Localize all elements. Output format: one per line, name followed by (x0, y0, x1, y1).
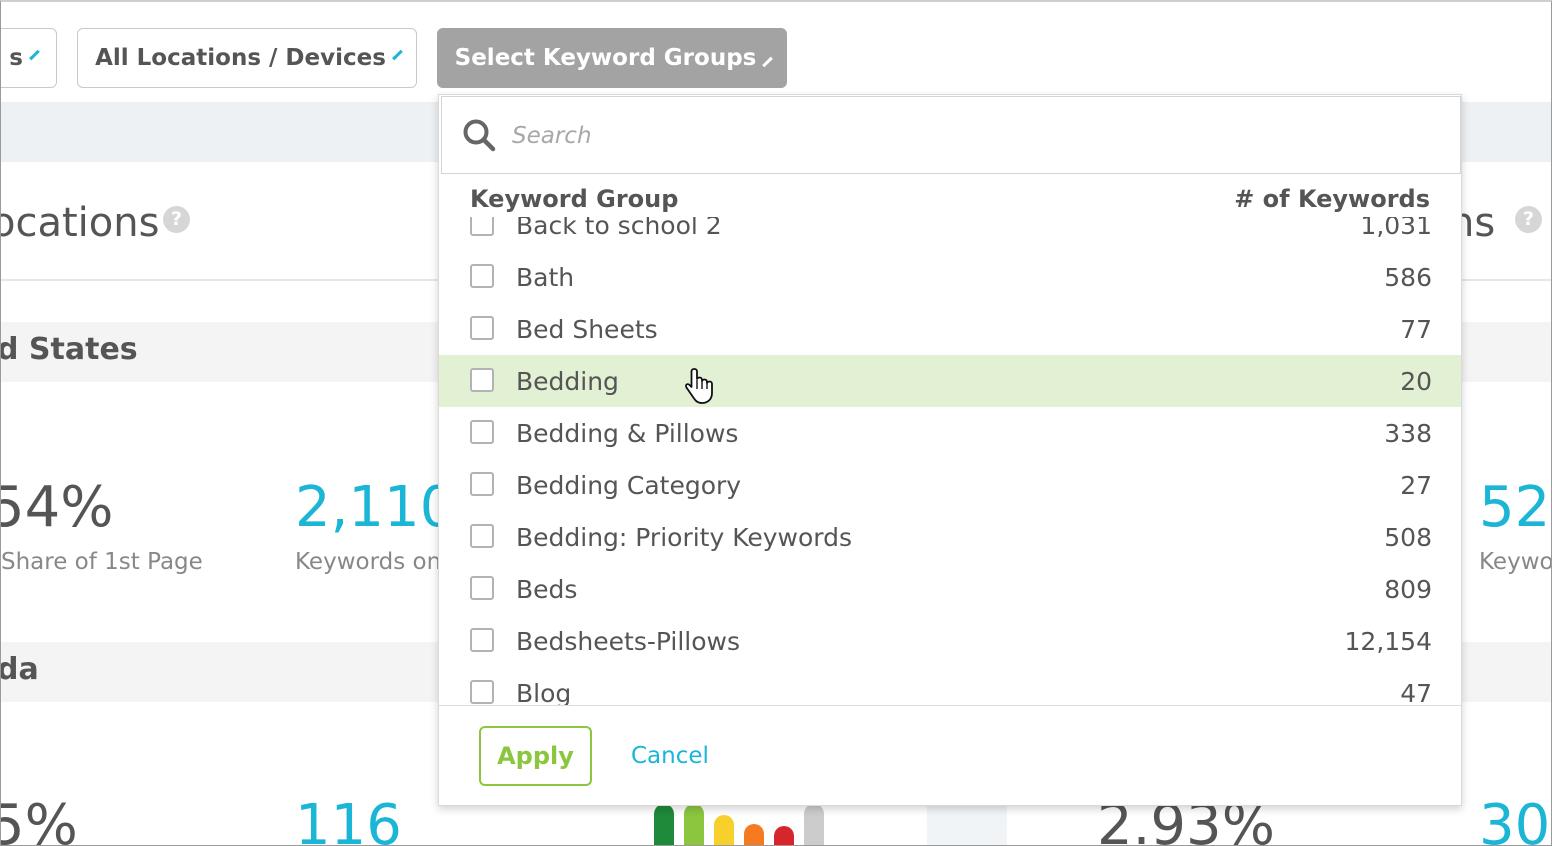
keyword-group-count: 338 (1384, 418, 1432, 448)
rank-bar (804, 804, 824, 845)
chevron-up-icon (762, 56, 774, 68)
keyword-group-list-content: Back to school 2 1,031 Bath 586 Bed Sheets 77… (439, 217, 1461, 706)
cancel-link[interactable]: Cancel (631, 743, 709, 769)
share-first-page-caption: Share of 1st Page (1, 549, 203, 575)
locations-devices-dropdown[interactable]: All Locations / Devices (77, 28, 417, 88)
keyword-group-checkbox[interactable] (470, 680, 494, 704)
keyword-group-row[interactable]: Bedding: Priority Keywords 508 (439, 511, 1461, 563)
keyword-group-row[interactable]: Beds 809 (439, 563, 1461, 615)
keyword-group-checkbox[interactable] (470, 264, 494, 288)
filter-button-partial[interactable]: s (1, 28, 57, 88)
right-stat-caption: Keywo (1479, 549, 1552, 575)
keyword-group-checkbox[interactable] (470, 217, 494, 236)
right-stat-value[interactable]: 30 (1479, 798, 1550, 846)
left-section-title: ocations (0, 200, 160, 246)
keyword-group-checkbox[interactable] (470, 368, 494, 392)
share-first-page-value: 54% (0, 475, 114, 540)
filter-button-partial-label: s (9, 45, 23, 71)
dropdown-footer: Apply Cancel (439, 705, 1461, 805)
keyword-group-list[interactable]: Back to school 2 1,031 Bath 586 Bed Sheets 77… (439, 217, 1461, 706)
keyword-group-count: 27 (1400, 470, 1432, 500)
keyword-group-row[interactable]: Back to school 2 1,031 (439, 217, 1461, 251)
keyword-group-count: 20 (1400, 366, 1432, 396)
keywords-count-value[interactable]: 116 (295, 798, 402, 846)
keyword-group-checkbox[interactable] (470, 576, 494, 600)
keyword-group-name: Bedding & Pillows (516, 418, 739, 448)
keyword-group-name: Bedding: Priority Keywords (516, 522, 853, 552)
chevron-down-icon (392, 49, 403, 60)
keyword-group-count: 508 (1384, 522, 1432, 552)
search-input[interactable] (512, 113, 1412, 159)
keyword-group-checkbox[interactable] (470, 472, 494, 496)
keyword-group-row[interactable]: Bedsheets-Pillows 12,154 (439, 615, 1461, 667)
keyword-group-count: 47 (1400, 678, 1432, 706)
rank-bar (744, 824, 764, 845)
background-cell (927, 804, 1007, 845)
rank-bar (714, 815, 734, 845)
keyword-group-row[interactable]: Bath 586 (439, 251, 1461, 303)
keyword-group-count: 809 (1384, 574, 1432, 604)
keyword-groups-dropdown[interactable]: Select Keyword Groups (437, 28, 787, 88)
keyword-group-count: 12,154 (1344, 626, 1432, 656)
column-header-keyword-count: # of Keywords (1234, 185, 1430, 213)
keyword-group-row[interactable]: Blog 47 (439, 667, 1461, 706)
keyword-group-name: Bedsheets-Pillows (516, 626, 741, 656)
keyword-group-name: Beds (516, 574, 578, 604)
search-icon (463, 119, 496, 152)
keyword-group-count: 1,031 (1360, 217, 1432, 240)
row-label: d States (0, 332, 138, 367)
keyword-group-count: 586 (1384, 262, 1432, 292)
keyword-group-checkbox[interactable] (470, 420, 494, 444)
keyword-group-checkbox[interactable] (470, 316, 494, 340)
help-icon[interactable]: ? (163, 206, 190, 233)
locations-devices-label: All Locations / Devices (95, 45, 386, 71)
keyword-group-row[interactable]: Bedding 20 (439, 355, 1461, 407)
keyword-group-count: 77 (1400, 314, 1432, 344)
row-label: da (0, 652, 39, 687)
keyword-group-checkbox[interactable] (470, 524, 494, 548)
rank-bar (654, 804, 674, 845)
keyword-group-name: Bath (516, 262, 575, 292)
keyword-group-name: Back to school 2 (516, 217, 722, 240)
keyword-group-row[interactable]: Bedding & Pillows 338 (439, 407, 1461, 459)
rank-bar (774, 826, 794, 845)
keyword-group-row[interactable]: Bedding Category 27 (439, 459, 1461, 511)
column-header-keyword-group: Keyword Group (470, 185, 679, 213)
keyword-group-name: Bedding Category (516, 470, 742, 500)
rank-bar (684, 804, 704, 845)
keywords-count-value[interactable]: 2,110 (295, 480, 455, 536)
keyword-groups-label: Select Keyword Groups (454, 45, 757, 71)
right-stat-value[interactable]: 527 (1479, 480, 1551, 536)
app-window: s All Locations / Devices Select Keyword… (0, 0, 1552, 846)
keyword-group-row[interactable]: Bed Sheets 77 (439, 303, 1461, 355)
apply-button[interactable]: Apply (479, 726, 592, 786)
keyword-groups-panel: Keyword Group # of Keywords Back to scho… (438, 94, 1462, 806)
search-box (441, 96, 1461, 174)
share-value: 5% (1, 793, 78, 846)
help-icon[interactable]: ? (1515, 206, 1542, 233)
keyword-group-name: Blog (516, 678, 572, 706)
chevron-down-icon (29, 49, 40, 60)
keyword-group-checkbox[interactable] (470, 628, 494, 652)
keyword-group-name: Bedding (516, 366, 619, 396)
keyword-group-name: Bed Sheets (516, 314, 658, 344)
hand-cursor-icon (685, 368, 713, 404)
keywords-count-caption: Keywords on (295, 549, 442, 575)
